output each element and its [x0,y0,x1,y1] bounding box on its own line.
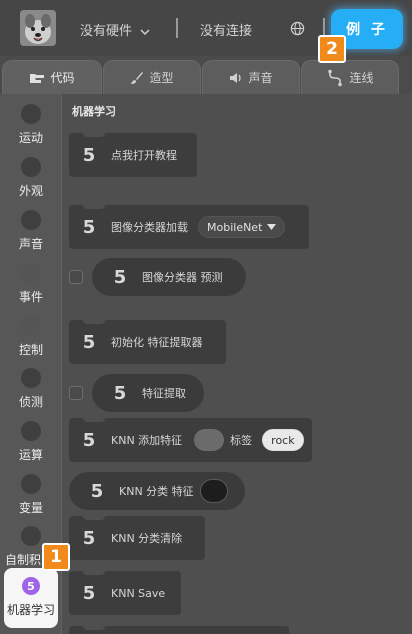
block-text: 标签 [230,434,253,447]
connection-label: 没有连接 [200,24,253,39]
ml-block-icon: 5 [113,382,127,404]
ml-block-icon: 5 [82,331,96,353]
code-icon [30,73,45,83]
top-bar: 没有硬件 没有连接 例 子 [0,0,412,56]
category-label: 声音 [18,237,43,251]
block-notch [83,204,105,209]
palette-section-title: 机器学习 [72,105,116,118]
category-sound[interactable]: 声音 [0,204,62,256]
category-sensing[interactable]: 侦测 [0,362,62,414]
block-notch [83,515,105,520]
app-root: 没有硬件 没有连接 例 子 代码 造型 声音 连线 运动 外观 声音 事件 控制… [0,0,412,634]
category-machine-learning[interactable]: 5 机器学习 [4,568,58,628]
tab-sounds[interactable]: 声音 [202,60,300,94]
block-notch [83,417,105,422]
block-text: 图像分类器 预测 [142,271,223,284]
block-init-feature-extractor[interactable]: 5 初始化 特征提取器 [69,319,226,364]
tab-costumes[interactable]: 造型 [103,60,201,94]
category-label: 控制 [18,343,43,357]
hardware-select[interactable]: 没有硬件 [80,20,150,39]
chevron-down-icon [140,28,150,35]
block-knn-clear[interactable]: 5 KNN 分类清除 [69,515,205,560]
category-motion[interactable]: 运动 [0,98,62,150]
block-text: KNN 分类清除 [111,532,183,545]
category-looks[interactable]: 外观 [0,151,62,203]
category-dot [21,368,41,388]
category-label: 外观 [18,184,43,198]
connection-status[interactable]: 没有连接 [200,20,252,39]
category-badge: 5 [22,577,40,595]
reporter-checkbox[interactable] [69,270,83,284]
category-variables[interactable]: 变量 [0,468,62,520]
reporter-checkbox[interactable] [69,386,83,400]
divider [176,18,178,38]
ml-block-icon: 5 [82,429,96,451]
ml-block-icon: 5 [82,582,96,604]
category-control[interactable]: 控制 [0,310,62,362]
block-partial[interactable] [69,625,289,634]
block-text: KNN Save [111,586,166,600]
wire-icon [328,69,343,86]
category-dot [21,157,41,177]
callout-marker-1: 1 [42,543,70,571]
ml-block-icon: 5 [82,527,96,549]
category-dot [21,421,41,441]
block-open-tutorial[interactable]: 5 点我打开教程 [69,132,197,177]
category-dot [21,210,41,230]
ml-block-icon: 5 [113,266,127,288]
speaker-icon [230,72,242,83]
block-image-classifier-predict[interactable]: 5 图像分类器 预测 [92,258,246,296]
block-text: KNN 分类 特征 [119,485,194,498]
feature-input-slot[interactable] [194,429,225,451]
category-dot [21,316,41,336]
category-dot [21,104,41,124]
tab-code[interactable]: 代码 [2,60,102,94]
category-operators[interactable]: 运算 [0,415,62,467]
ml-block-icon: 5 [82,144,96,166]
block-notch [83,570,105,575]
block-text: 图像分类器加载 [111,221,188,234]
block-knn-add-feature[interactable]: 5 KNN 添加特征 标签 rock [69,417,312,462]
tab-wiring[interactable]: 连线 [301,60,399,94]
brush-icon [131,71,144,84]
ml-block-icon: 5 [90,480,104,502]
block-text: KNN 添加特征 [111,434,183,447]
ml-block-icon: 5 [82,216,96,238]
category-dot [21,474,41,494]
block-text: 点我打开教程 [111,149,177,162]
label-input[interactable]: rock [262,429,304,451]
label-input-value: rock [271,433,295,447]
globe-icon[interactable] [290,21,305,36]
block-notch [83,625,105,630]
dropdown-arrow-icon [267,224,277,230]
block-text: 初始化 特征提取器 [111,336,203,349]
category-label: 变量 [18,501,43,515]
avatar[interactable] [20,10,56,46]
hardware-label: 没有硬件 [80,24,133,39]
block-knn-classify[interactable]: 5 KNN 分类 特征 [69,472,245,510]
feature-input-slot[interactable] [199,479,228,503]
category-dot [21,263,41,283]
category-dot [21,526,41,546]
block-knn-save[interactable]: 5 KNN Save [69,570,181,615]
tab-label: 连线 [349,71,374,85]
category-label: 运动 [18,131,43,145]
tab-label: 代码 [50,71,75,85]
tab-label: 声音 [248,71,273,85]
dropdown-value: MobileNet [207,220,263,234]
category-label: 运算 [18,448,43,462]
block-feature-extract[interactable]: 5 特征提取 [92,374,204,412]
callout-marker-2: 2 [318,35,346,63]
category-label: 机器学习 [6,603,55,617]
block-notch [83,319,105,324]
category-label: 事件 [18,290,43,304]
tab-label: 造型 [149,71,174,85]
dog-avatar-icon [20,10,56,46]
model-dropdown[interactable]: MobileNet [198,216,286,238]
category-events[interactable]: 事件 [0,257,62,309]
block-notch [83,132,105,137]
block-text: 特征提取 [142,387,186,400]
category-label: 侦测 [18,395,43,409]
block-image-classifier-load[interactable]: 5 图像分类器加载 MobileNet [69,204,309,249]
